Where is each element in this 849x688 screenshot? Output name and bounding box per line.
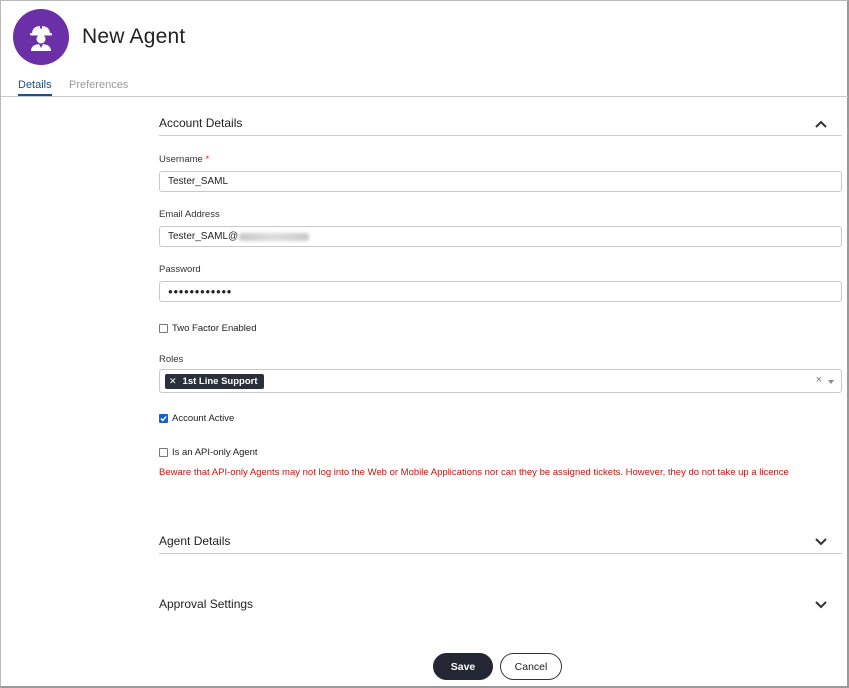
required-mark: * [205, 154, 210, 165]
email-label: Email Address [159, 209, 220, 220]
email-redaction [239, 232, 310, 241]
approval-settings-header[interactable]: Approval Settings [159, 597, 842, 617]
account-details-label: Account Details [159, 116, 243, 130]
agent-details-header[interactable]: Agent Details [159, 534, 842, 554]
tab-details[interactable]: Details [18, 79, 52, 96]
window-frame: New Agent Details Preferences Account De… [0, 0, 849, 688]
api-only-checkbox[interactable] [159, 448, 168, 457]
role-chip: ✕ 1st Line Support [165, 374, 264, 389]
chevron-up-icon[interactable] [814, 119, 828, 129]
account-active-row[interactable]: Account Active [159, 413, 234, 424]
chevron-down-icon[interactable] [814, 600, 828, 610]
role-chip-label: 1st Line Support [182, 376, 258, 387]
api-only-label: Is an API-only Agent [172, 447, 258, 458]
agent-avatar [13, 9, 69, 65]
tab-bar: Details Preferences [1, 77, 848, 97]
agent-hardhat-icon [30, 24, 52, 51]
password-label: Password [159, 264, 201, 275]
email-input[interactable]: Tester_SAML@ [159, 226, 842, 247]
api-only-row[interactable]: Is an API-only Agent [159, 447, 258, 458]
username-input[interactable]: Tester_SAML [159, 171, 842, 192]
page-title: New Agent [82, 25, 186, 48]
account-details-header[interactable]: Account Details [159, 116, 842, 136]
roles-label: Roles [159, 354, 184, 365]
caret-down-icon[interactable] [828, 380, 834, 384]
roles-select[interactable]: ✕ 1st Line Support × [159, 369, 842, 393]
username-label: Username * [159, 154, 210, 165]
remove-role-icon[interactable]: ✕ [169, 376, 177, 387]
approval-settings-label: Approval Settings [159, 597, 254, 611]
tab-preferences[interactable]: Preferences [69, 79, 128, 91]
email-value: Tester_SAML@ [168, 231, 239, 242]
password-input[interactable]: ●●●●●●●●●●●● [159, 281, 842, 302]
two-factor-label: Two Factor Enabled [172, 323, 257, 334]
chevron-down-icon[interactable] [814, 537, 828, 547]
check-icon [160, 416, 167, 422]
account-active-label: Account Active [172, 413, 235, 424]
account-active-checkbox[interactable] [159, 414, 168, 423]
two-factor-checkbox[interactable] [159, 324, 168, 333]
agent-details-label: Agent Details [159, 534, 231, 548]
cancel-button[interactable]: Cancel [500, 653, 562, 680]
page-header: New Agent [13, 9, 185, 65]
clear-roles-icon[interactable]: × [816, 374, 822, 386]
api-only-warning: Beware that API-only Agents may not log … [159, 467, 789, 478]
save-button[interactable]: Save [433, 653, 493, 680]
two-factor-row[interactable]: Two Factor Enabled [159, 323, 257, 334]
